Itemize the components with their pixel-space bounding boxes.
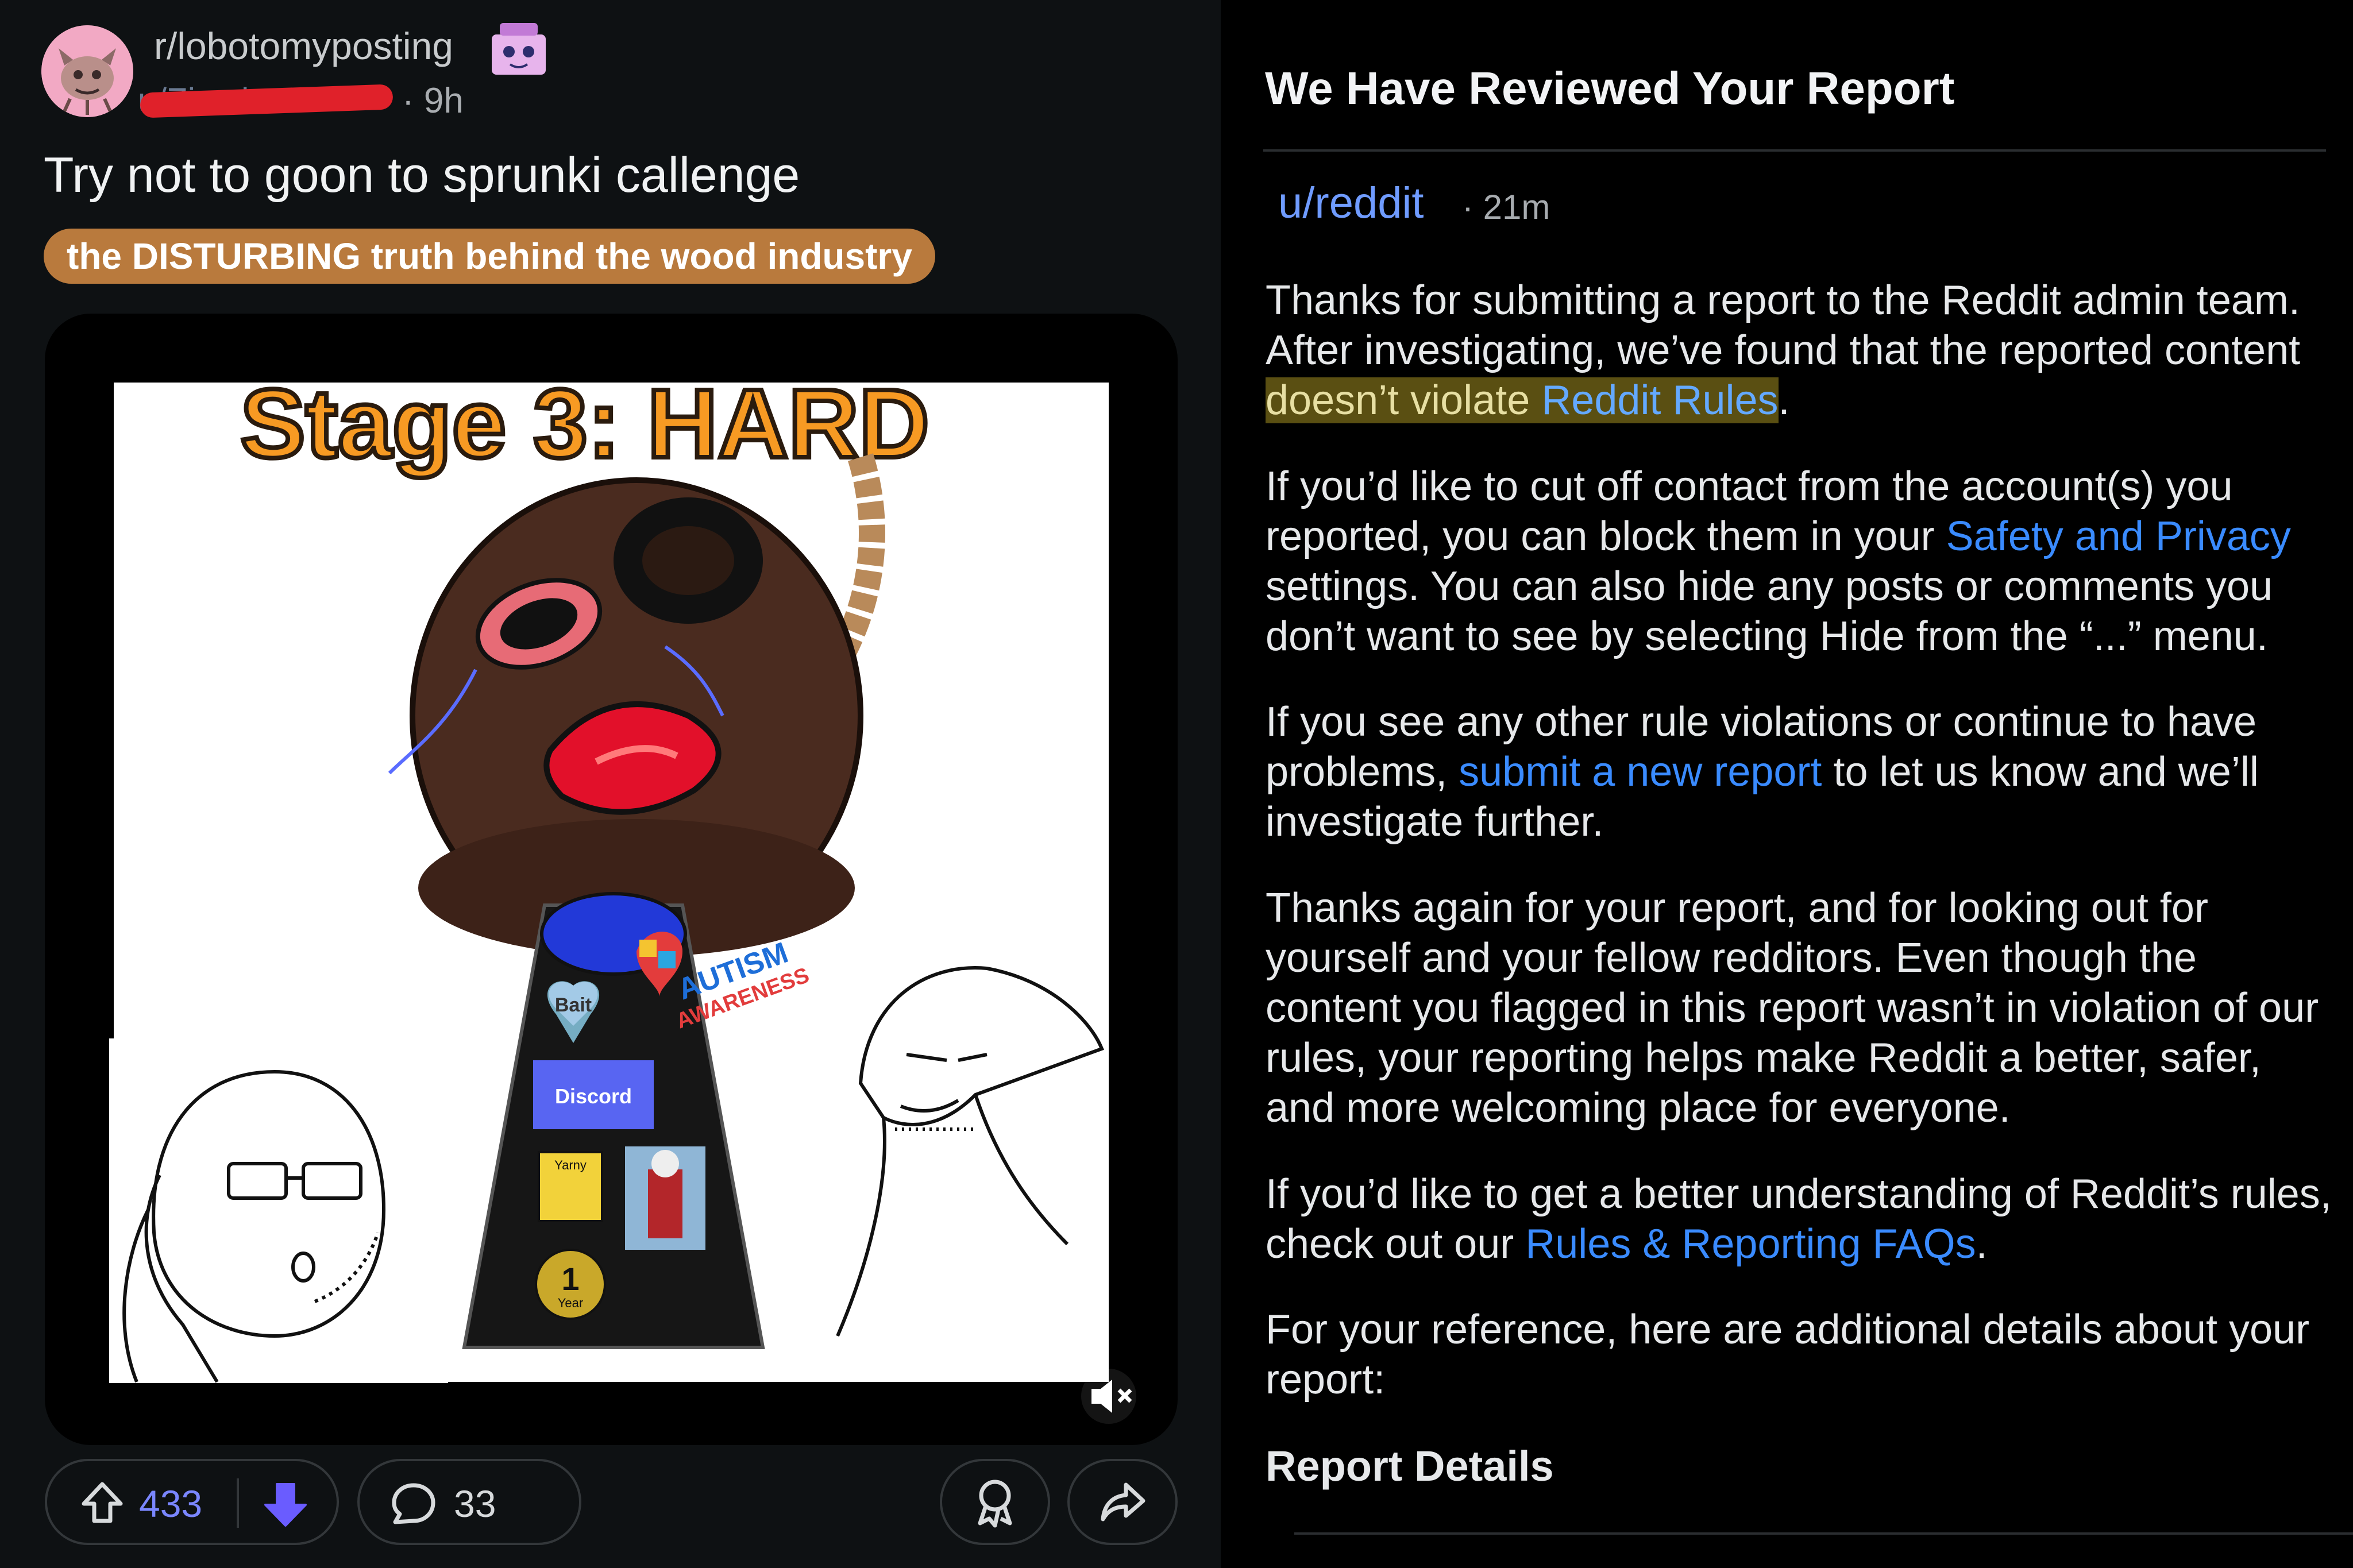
- reddit-rules-link[interactable]: Reddit Rules: [1541, 377, 1779, 423]
- downvote-icon[interactable]: [261, 1480, 310, 1529]
- post-video[interactable]: Stage 3: HARD Bait AUTISM AWARENESS Disc…: [45, 314, 1178, 1445]
- badge-bait-text: Bait: [555, 994, 592, 1016]
- post-time: · 9h: [402, 81, 464, 121]
- stage-title: Stage 3: HARD: [240, 369, 929, 478]
- post-action-bar: 433 33: [45, 1459, 1194, 1545]
- upvote-icon[interactable]: [79, 1480, 125, 1525]
- subreddit-avatar[interactable]: [41, 25, 133, 117]
- post-panel: r/lobotomyposting u/Zi…d · 9h Try not to…: [0, 0, 1221, 1568]
- paragraph-result: Thanks for submitting a report to the Re…: [1266, 276, 2340, 426]
- comments-button[interactable]: 33: [357, 1459, 581, 1545]
- comment-count: 33: [454, 1482, 496, 1525]
- award-button[interactable]: [940, 1459, 1050, 1545]
- badge-medal-unit: Year: [558, 1296, 583, 1310]
- p5-end: .: [1976, 1221, 1988, 1267]
- report-details-heading: Report Details: [1266, 1442, 1554, 1490]
- subreddit-name[interactable]: r/lobotomyposting: [154, 24, 453, 68]
- details-divider: [1294, 1532, 2353, 1535]
- vote-divider: [237, 1478, 239, 1528]
- post-title[interactable]: Try not to goon to sprunki callenge: [44, 147, 800, 204]
- share-button[interactable]: [1067, 1459, 1178, 1545]
- p1-text: Thanks for submitting a report to the Re…: [1266, 277, 2301, 373]
- vote-count: 433: [139, 1482, 203, 1525]
- vote-control: 433: [45, 1459, 339, 1545]
- paragraph-thanks: Thanks again for your report, and for lo…: [1266, 885, 2319, 1131]
- mute-button[interactable]: [1069, 1365, 1149, 1428]
- post-flair[interactable]: the DISTURBING truth behind the wood ind…: [44, 229, 935, 284]
- paragraph-reference: For your reference, here are additional …: [1266, 1307, 2310, 1403]
- award-icon: [978, 1480, 1012, 1528]
- badge-photo: [625, 1146, 705, 1250]
- p1-end: .: [1778, 377, 1790, 423]
- badge-medal-top-text: Yarny: [554, 1158, 587, 1172]
- submit-new-report-link[interactable]: submit a new report: [1459, 749, 1822, 795]
- post-time-value: 9h: [423, 81, 464, 121]
- p2-end: settings. You can also hide any posts or…: [1266, 563, 2273, 659]
- badge-discord: Discord: [533, 1060, 654, 1129]
- paragraph-new-report: If you see any other rule violations or …: [1266, 697, 2340, 847]
- safety-privacy-link[interactable]: Safety and Privacy: [1946, 513, 2291, 559]
- message-time: · 21m: [1462, 188, 1550, 226]
- report-title: We Have Reviewed Your Report: [1265, 63, 1955, 114]
- report-message-panel: We Have Reviewed Your Report u/reddit · …: [1221, 0, 2353, 1568]
- badge-medal-number: 1: [561, 1261, 579, 1297]
- mute-icon: [1081, 1369, 1136, 1424]
- paragraph-block: If you’d like to cut off contact from th…: [1266, 462, 2340, 662]
- badge-discord-text: Discord: [555, 1084, 632, 1108]
- post-author[interactable]: u/Zi…d: [138, 80, 396, 119]
- title-divider: [1263, 149, 2326, 152]
- user-flair-icon: [487, 21, 550, 78]
- message-sender[interactable]: u/reddit: [1278, 178, 1424, 228]
- comment-icon: [392, 1483, 435, 1524]
- p1-highlight: doesn’t violate: [1266, 377, 1542, 423]
- message-time-value: 21m: [1483, 188, 1550, 226]
- share-icon: [1101, 1482, 1145, 1521]
- rules-faq-link[interactable]: Rules & Reporting FAQs: [1525, 1221, 1976, 1267]
- paragraph-faq: If you’d like to get a better understand…: [1266, 1169, 2340, 1269]
